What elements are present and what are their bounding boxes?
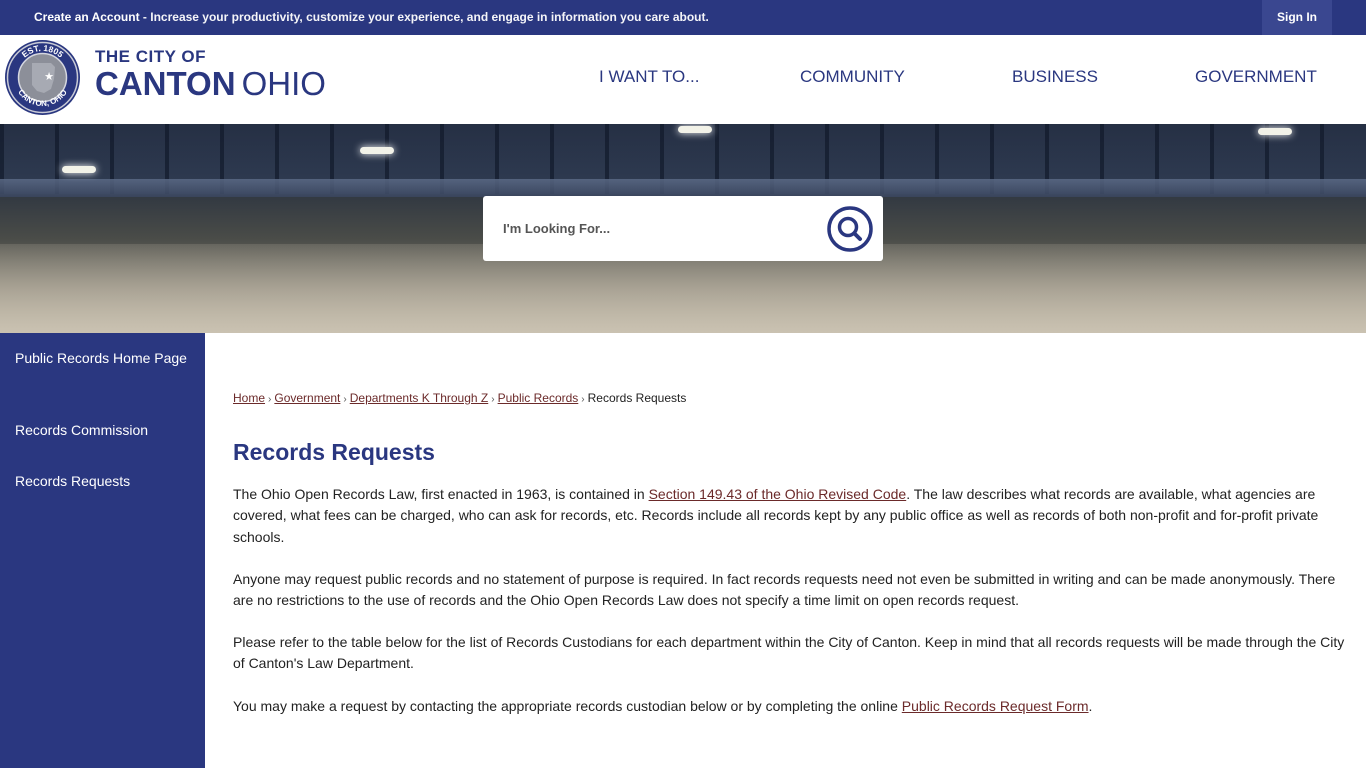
search-input[interactable] <box>483 196 813 261</box>
sidebar-nav: Public Records Home Page Records Commiss… <box>0 333 205 768</box>
create-account-banner[interactable]: Create an Account - Increase your produc… <box>34 0 709 35</box>
logo-subtitle: THE CITY OF <box>95 47 206 66</box>
breadcrumb-home[interactable]: Home <box>233 391 265 405</box>
make-request-text: You may make a request by contacting the… <box>233 698 902 714</box>
logo-canton: CANTON <box>95 65 236 102</box>
site-search <box>483 196 883 261</box>
make-request-period: . <box>1088 698 1093 714</box>
public-records-request-form-link[interactable]: Public Records Request Form <box>902 698 1089 714</box>
breadcrumb-current: Records Requests <box>587 391 687 405</box>
banner-beam <box>0 179 1366 197</box>
breadcrumb-separator: › <box>491 394 495 405</box>
make-request-paragraph: You may make a request by contacting the… <box>233 696 1358 717</box>
nav-i-want-to[interactable]: I WANT TO... <box>599 35 699 124</box>
site-logo-wordmark[interactable]: THE CITY OF CANTON OHIO <box>95 47 326 101</box>
logo-title: CANTON OHIO <box>95 67 326 101</box>
nav-business[interactable]: BUSINESS <box>1012 35 1098 124</box>
ohio-revised-code-link[interactable]: Section 149.43 of the Ohio Revised Code <box>649 486 907 502</box>
breadcrumb-separator: › <box>268 394 272 405</box>
sign-in-button[interactable]: Sign In <box>1262 0 1332 35</box>
sidebar-item-public-records-home[interactable]: Public Records Home Page <box>15 347 195 369</box>
account-bar: Create an Account - Increase your produc… <box>0 0 1366 35</box>
breadcrumb: Home › Government › Departments K Through Z ›… <box>233 391 686 405</box>
breadcrumb-government[interactable]: Government <box>274 391 340 405</box>
intro-paragraph: The Ohio Open Records Law, first enacted… <box>233 484 1358 548</box>
sidebar-item-records-requests[interactable]: Records Requests <box>15 470 195 492</box>
breadcrumb-public-records[interactable]: Public Records <box>498 391 579 405</box>
logo-ohio: OHIO <box>241 65 326 102</box>
create-account-description: - Increase your productivity, customize … <box>139 10 709 24</box>
ceiling-light <box>1258 128 1292 135</box>
breadcrumb-separator: › <box>581 394 585 405</box>
ceiling-light <box>360 147 394 154</box>
nav-government[interactable]: GOVERNMENT <box>1195 35 1317 124</box>
intro-text: The Ohio Open Records Law, first enacted… <box>233 486 649 502</box>
breadcrumb-departments-k-through-z[interactable]: Departments K Through Z <box>350 391 489 405</box>
create-account-link[interactable]: Create an Account <box>34 10 140 24</box>
ceiling-light <box>678 126 712 133</box>
site-header: ★ EST. 1805 CANTON, OHIO THE CITY OF CAN… <box>0 35 1366 124</box>
svg-text:★: ★ <box>44 70 54 83</box>
ceiling-light <box>62 166 96 173</box>
city-seal-logo[interactable]: ★ EST. 1805 CANTON, OHIO <box>4 39 81 116</box>
breadcrumb-separator: › <box>343 394 347 405</box>
sidebar-item-records-commission[interactable]: Records Commission <box>15 419 195 441</box>
anyone-may-request-paragraph: Anyone may request public records and no… <box>233 571 1336 609</box>
page-title: Records Requests <box>233 439 435 465</box>
records-custodians-paragraph: Please refer to the table below for the … <box>233 634 1345 672</box>
search-icon[interactable] <box>826 205 874 253</box>
nav-community[interactable]: COMMUNITY <box>800 35 905 124</box>
